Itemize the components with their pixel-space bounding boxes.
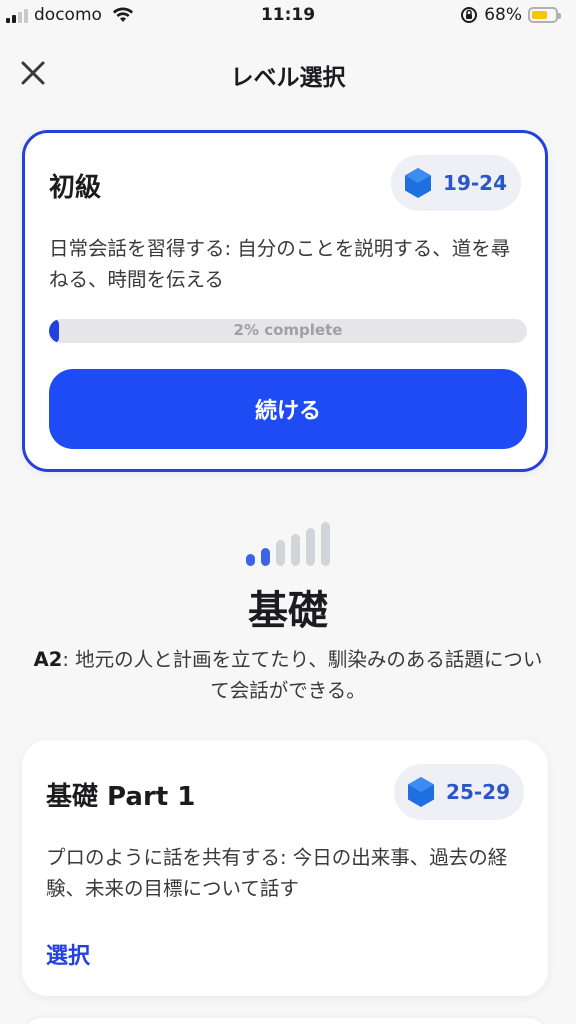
status-bar: docomo 11:19 68% <box>0 0 576 34</box>
level-description-text: : 地元の人と計画を立てたり、馴染みのある話題について会話ができる。 <box>62 648 543 702</box>
continue-button[interactable]: 続ける <box>49 369 527 449</box>
cefr-label: A2 <box>33 648 63 671</box>
xp-range-label: 25-29 <box>446 780 510 804</box>
progress-bar: 2% complete <box>49 319 527 343</box>
next-card[interactable] <box>22 1018 548 1024</box>
battery-icon <box>528 7 561 23</box>
battery-percent: 68% <box>484 5 522 25</box>
part-card[interactable]: 基礎 Part 1 25-29 プロのように話を共有する: 今日の出来事、過去の… <box>22 740 548 996</box>
part-card-description: プロのように話を共有する: 今日の出来事、過去の経験、未来の目標について話す <box>46 846 508 900</box>
hexagon-gem-icon <box>408 777 435 807</box>
progress-label: 2% complete <box>233 321 343 339</box>
part-card-title: 基礎 Part 1 <box>46 782 196 812</box>
card-title: 初級 <box>49 173 102 203</box>
status-right: 68% <box>460 5 561 25</box>
xp-range-badge: 19-24 <box>391 155 521 211</box>
level-title: 基礎 <box>248 588 328 634</box>
nav-bar: レベル選択 <box>0 44 576 104</box>
select-link[interactable]: 選択 <box>46 938 90 970</box>
level-bar <box>291 534 300 566</box>
level-bar <box>246 554 255 566</box>
level-bar <box>306 528 315 566</box>
level-bar <box>261 548 270 566</box>
card-description: 日常会話を習得する: 自分のことを説明する、道を尋ねる、時間を伝える <box>49 237 511 291</box>
rotation-lock-icon <box>461 7 478 23</box>
battery-fill <box>532 11 547 19</box>
level-bar <box>321 522 330 566</box>
current-level-card: 初級 19-24 日常会話を習得する: 自分のことを説明する、道を尋ねる、時間を… <box>22 130 548 472</box>
level-strength-bars <box>0 522 576 566</box>
level-description: A2: 地元の人と計画を立てたり、馴染みのある話題について会話ができる。 <box>28 644 548 706</box>
level-bar <box>276 540 285 566</box>
xp-range-label: 19-24 <box>443 171 507 195</box>
hexagon-gem-icon <box>405 168 432 198</box>
page-title: レベル選択 <box>230 65 346 91</box>
xp-range-badge: 25-29 <box>394 764 524 820</box>
